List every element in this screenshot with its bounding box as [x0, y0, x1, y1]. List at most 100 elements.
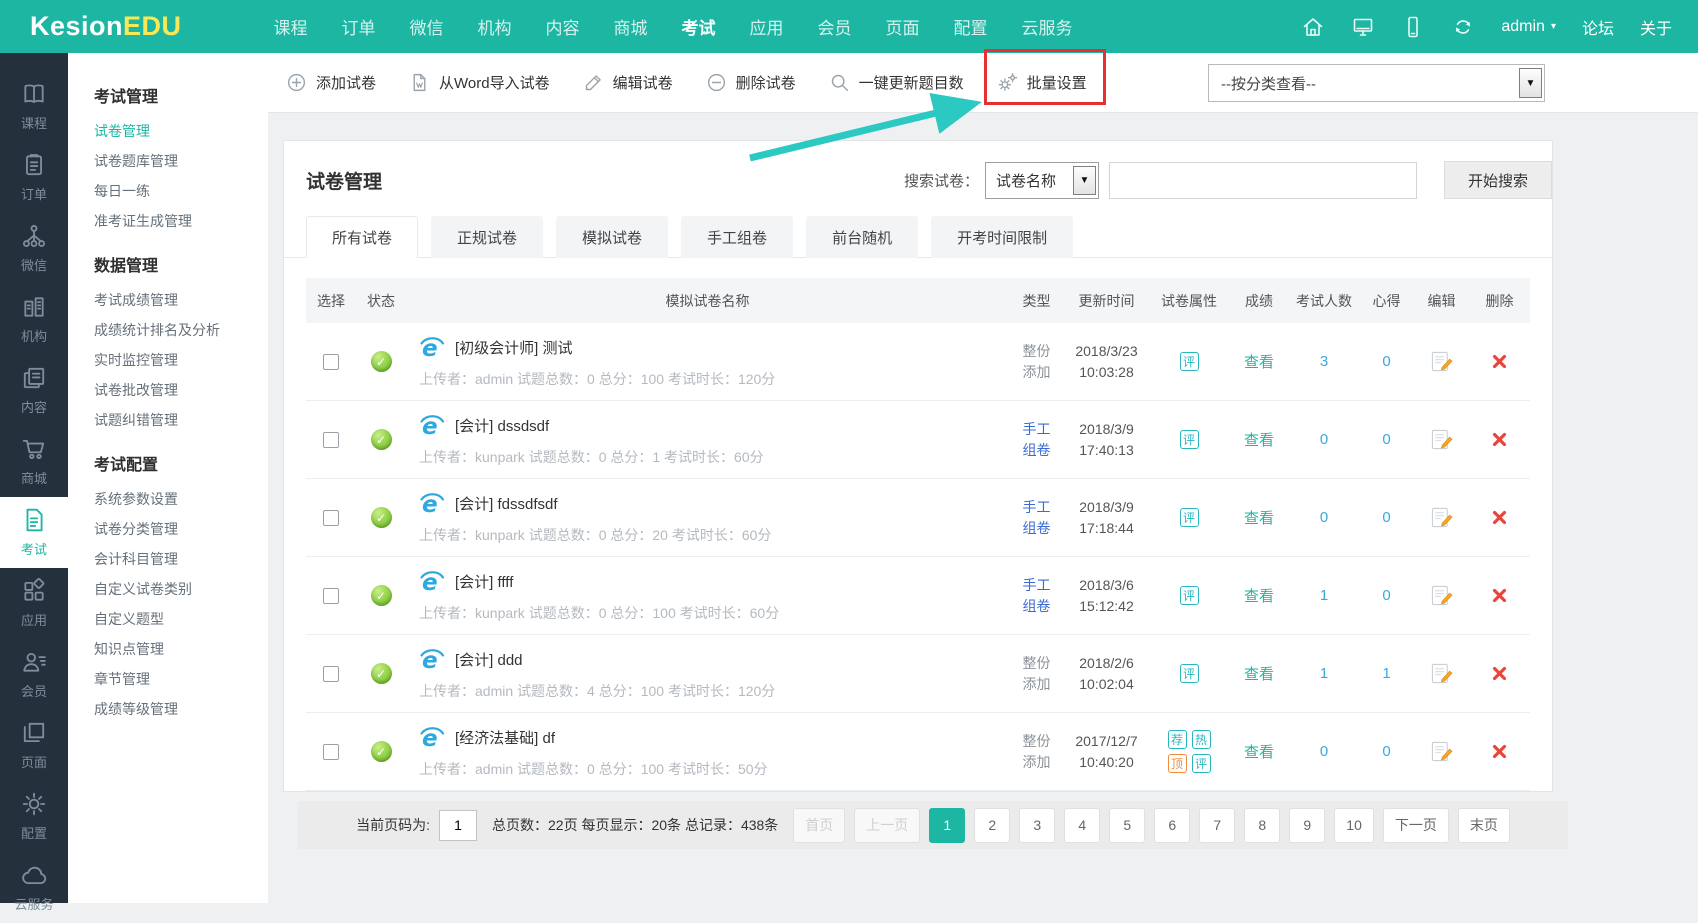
- exam-title-link[interactable]: [会计] dssdsdf: [455, 415, 549, 436]
- top-nav-item[interactable]: 订单: [342, 14, 376, 39]
- sidebar-module-item[interactable]: 商城: [0, 426, 68, 497]
- page-number-input[interactable]: [439, 810, 477, 841]
- search-input[interactable]: [1109, 162, 1417, 199]
- sidebar-module-item[interactable]: 会员: [0, 639, 68, 710]
- submenu-item[interactable]: 成绩等级管理: [94, 694, 268, 724]
- delete-icon[interactable]: [1491, 743, 1508, 760]
- mobile-icon[interactable]: [1401, 15, 1425, 39]
- sidebar-module-item[interactable]: 应用: [0, 568, 68, 639]
- submenu-item[interactable]: 试题纠错管理: [94, 405, 268, 435]
- submenu-item[interactable]: 试卷题库管理: [94, 146, 268, 176]
- sidebar-module-item[interactable]: 云服务: [0, 852, 68, 923]
- page-button-5[interactable]: 5: [1109, 808, 1145, 843]
- exam-type-tab[interactable]: 所有试卷: [306, 216, 418, 258]
- desktop-icon[interactable]: [1351, 15, 1375, 39]
- exam-title-link[interactable]: [会计] ddd: [455, 649, 523, 670]
- attribute-badge[interactable]: 评: [1180, 508, 1199, 527]
- top-nav-item[interactable]: 微信: [410, 14, 444, 39]
- top-nav-item[interactable]: 考试: [682, 14, 716, 39]
- top-nav-item[interactable]: 应用: [750, 14, 784, 39]
- exam-type-tab[interactable]: 模拟试卷: [556, 216, 668, 258]
- row-checkbox[interactable]: [323, 666, 339, 682]
- submenu-item[interactable]: 每日一练: [94, 176, 268, 206]
- submenu-item[interactable]: 试卷批改管理: [94, 375, 268, 405]
- view-scores-link[interactable]: 查看: [1244, 741, 1274, 762]
- page-button-10[interactable]: 10: [1334, 808, 1374, 843]
- sidebar-module-item[interactable]: 微信: [0, 213, 68, 284]
- page-button-8[interactable]: 8: [1244, 808, 1280, 843]
- admin-user-menu[interactable]: admin ▾: [1501, 18, 1556, 36]
- sidebar-module-item[interactable]: 课程: [0, 71, 68, 142]
- sidebar-module-item[interactable]: 内容: [0, 355, 68, 426]
- exam-type-tab[interactable]: 手工组卷: [681, 216, 793, 258]
- toolbar-button[interactable]: 一键更新题目数: [829, 72, 964, 93]
- submenu-item[interactable]: 成绩统计排名及分析: [94, 315, 268, 345]
- edit-icon[interactable]: [1430, 428, 1453, 451]
- search-button[interactable]: 开始搜索: [1444, 161, 1552, 199]
- view-scores-link[interactable]: 查看: [1244, 585, 1274, 606]
- submenu-item[interactable]: 准考证生成管理: [94, 206, 268, 236]
- exam-title-link[interactable]: [初级会计师] 测试: [455, 337, 573, 358]
- refresh-icon[interactable]: [1451, 15, 1475, 39]
- page-button-2[interactable]: 2: [974, 808, 1010, 843]
- attribute-badge[interactable]: 评: [1192, 754, 1211, 773]
- submenu-item[interactable]: 章节管理: [94, 664, 268, 694]
- top-nav-item[interactable]: 课程: [274, 14, 308, 39]
- delete-icon[interactable]: [1491, 587, 1508, 604]
- exam-title-link[interactable]: [会计] ffff: [455, 571, 513, 592]
- submenu-item[interactable]: 自定义试卷类别: [94, 574, 268, 604]
- edit-icon[interactable]: [1430, 740, 1453, 763]
- row-checkbox[interactable]: [323, 354, 339, 370]
- last-page-button[interactable]: 末页: [1458, 808, 1510, 843]
- page-button-4[interactable]: 4: [1064, 808, 1100, 843]
- attribute-badge[interactable]: 荐: [1168, 730, 1187, 749]
- sidebar-module-item[interactable]: 配置: [0, 781, 68, 852]
- row-checkbox[interactable]: [323, 432, 339, 448]
- page-button-3[interactable]: 3: [1019, 808, 1055, 843]
- attribute-badge[interactable]: 评: [1180, 664, 1199, 683]
- about-link[interactable]: 关于: [1640, 15, 1672, 39]
- delete-icon[interactable]: [1491, 353, 1508, 370]
- prev-page-button[interactable]: 上一页: [854, 808, 920, 843]
- top-nav-item[interactable]: 机构: [478, 14, 512, 39]
- attribute-badge[interactable]: 顶: [1168, 754, 1187, 773]
- delete-icon[interactable]: [1491, 431, 1508, 448]
- next-page-button[interactable]: 下一页: [1383, 808, 1449, 843]
- view-scores-link[interactable]: 查看: [1244, 507, 1274, 528]
- sidebar-module-item[interactable]: 考试: [0, 497, 68, 568]
- exam-type-tab[interactable]: 开考时间限制: [931, 216, 1073, 258]
- edit-icon[interactable]: [1430, 662, 1453, 685]
- attribute-badge[interactable]: 热: [1192, 730, 1211, 749]
- sidebar-module-item[interactable]: 机构: [0, 284, 68, 355]
- toolbar-button[interactable]: 从Word导入试卷: [409, 72, 550, 93]
- category-filter-select[interactable]: --按分类查看-- ▼: [1208, 64, 1545, 102]
- exam-title-link[interactable]: [经济法基础] df: [455, 727, 555, 748]
- row-checkbox[interactable]: [323, 744, 339, 760]
- attribute-badge[interactable]: 评: [1180, 586, 1199, 605]
- exam-type-tab[interactable]: 正规试卷: [431, 216, 543, 258]
- view-scores-link[interactable]: 查看: [1244, 351, 1274, 372]
- submenu-item[interactable]: 考试成绩管理: [94, 285, 268, 315]
- submenu-item[interactable]: 会计科目管理: [94, 544, 268, 574]
- top-nav-item[interactable]: 商城: [614, 14, 648, 39]
- submenu-item[interactable]: 试卷管理: [94, 116, 268, 146]
- attribute-badge[interactable]: 评: [1180, 430, 1199, 449]
- top-nav-item[interactable]: 云服务: [1022, 14, 1073, 39]
- home-icon[interactable]: [1301, 15, 1325, 39]
- submenu-item[interactable]: 系统参数设置: [94, 484, 268, 514]
- app-logo[interactable]: KesionEDU: [30, 11, 182, 42]
- row-checkbox[interactable]: [323, 510, 339, 526]
- toolbar-button[interactable]: 添加试卷: [286, 72, 376, 93]
- submenu-item[interactable]: 试卷分类管理: [94, 514, 268, 544]
- toolbar-button[interactable]: 编辑试卷: [583, 72, 673, 93]
- view-scores-link[interactable]: 查看: [1244, 429, 1274, 450]
- edit-icon[interactable]: [1430, 506, 1453, 529]
- toolbar-button-batch-settings[interactable]: 批量设置: [997, 72, 1087, 93]
- page-button-9[interactable]: 9: [1289, 808, 1325, 843]
- attribute-badge[interactable]: 评: [1180, 352, 1199, 371]
- submenu-item[interactable]: 实时监控管理: [94, 345, 268, 375]
- sidebar-module-item[interactable]: 订单: [0, 142, 68, 213]
- page-button-1[interactable]: 1: [929, 808, 965, 843]
- edit-icon[interactable]: [1430, 350, 1453, 373]
- forum-link[interactable]: 论坛: [1582, 15, 1614, 39]
